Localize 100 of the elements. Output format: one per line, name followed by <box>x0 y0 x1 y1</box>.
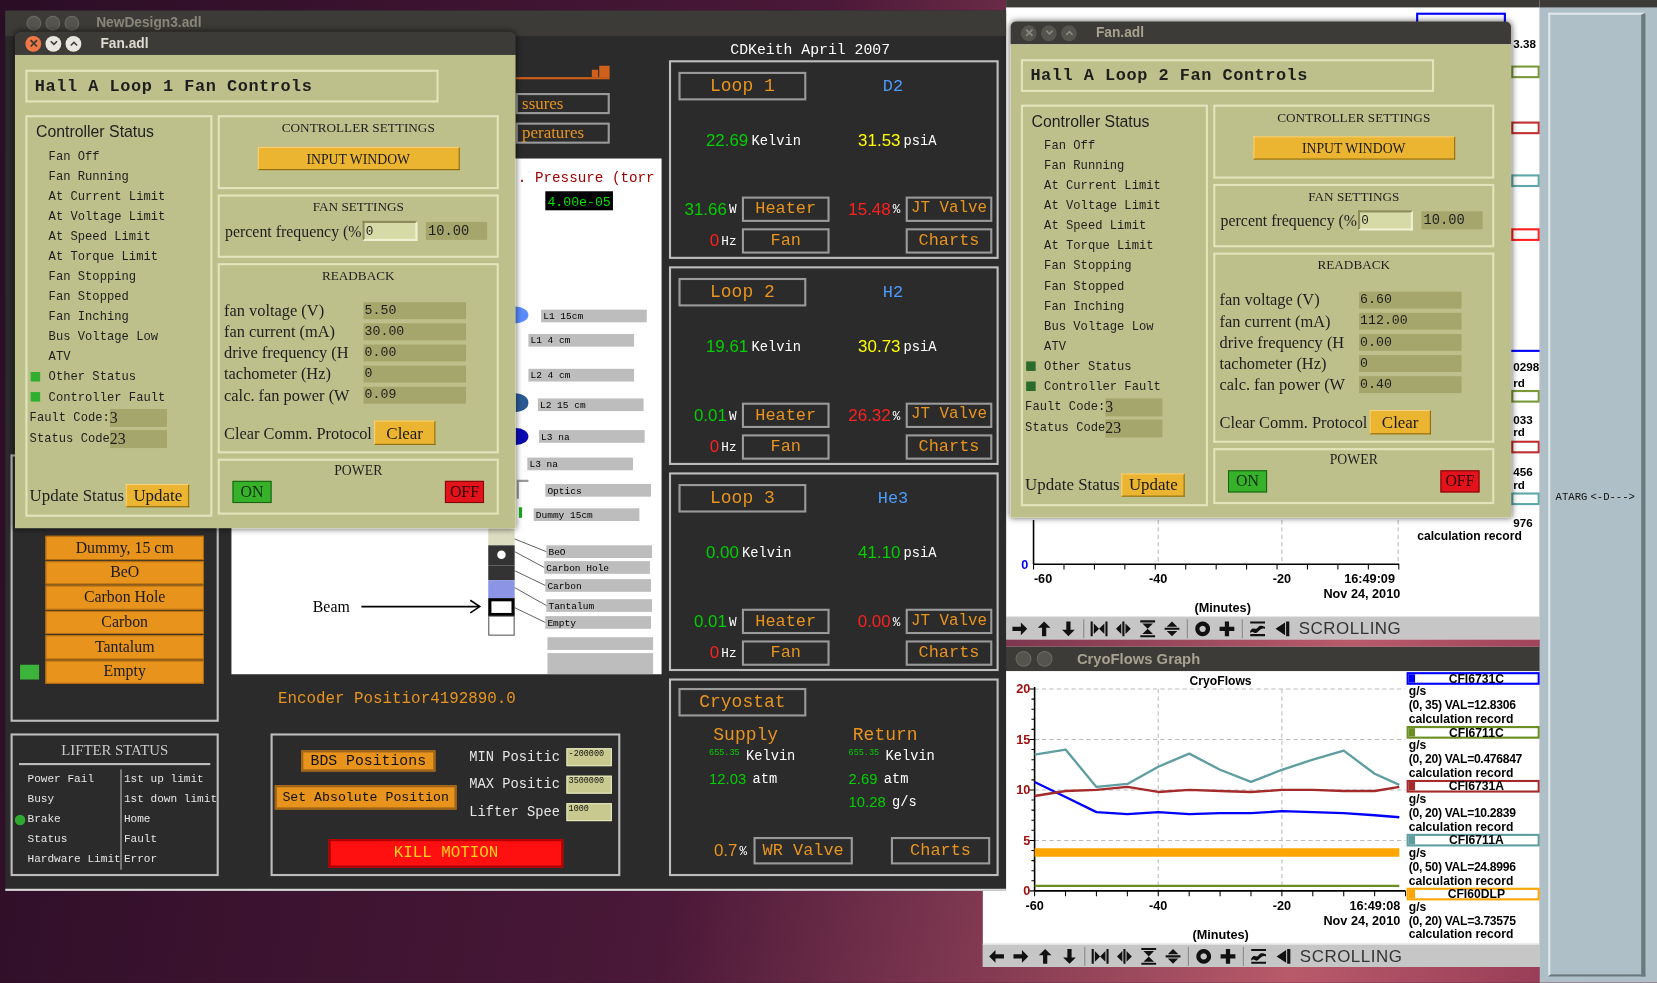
axis-label: -40 <box>1149 898 1168 913</box>
status-label: Fan Running <box>1044 157 1125 175</box>
on-button[interactable]: ON <box>232 480 272 504</box>
target-button[interactable]: BeO <box>45 560 204 585</box>
target-label: Optics <box>545 484 651 497</box>
target-button[interactable]: Carbon <box>45 610 204 635</box>
frequency-value: 0 <box>709 643 720 663</box>
wave-icon[interactable] <box>1248 618 1268 638</box>
valve-button[interactable]: JT Valve <box>905 196 993 222</box>
power-value: 0.01 <box>693 405 727 425</box>
unit-label: % <box>892 409 901 425</box>
axis-label: 0 <box>1023 884 1031 899</box>
status-label: Fan Running <box>48 167 129 185</box>
loop-button[interactable]: Loop 1 <box>678 71 807 101</box>
status-label: Fan Stopping <box>48 268 137 286</box>
encoder-value: 4192890.0 <box>430 690 516 710</box>
target-button[interactable]: Tantalum <box>45 635 204 659</box>
minimize-button[interactable] <box>45 35 62 52</box>
target-label: Carbon <box>545 579 651 592</box>
close-button[interactable] <box>26 15 42 31</box>
ring-icon[interactable] <box>1194 946 1214 966</box>
plus-icon[interactable] <box>1218 946 1238 966</box>
clear-button[interactable]: Clear <box>374 420 436 445</box>
pressure-label: . Pressure (torr <box>517 169 655 186</box>
valve-value: 0.00 <box>857 611 891 631</box>
heater-button[interactable]: Heater <box>741 608 830 635</box>
clear-button[interactable]: Clear <box>1369 410 1431 435</box>
timestamp: 16:49:08 <box>1349 898 1401 913</box>
update-button[interactable]: Update <box>126 484 190 508</box>
legend-name: CFI6731A <box>1447 781 1506 792</box>
power-value: 31.66 <box>684 199 727 219</box>
off-button[interactable]: OFF <box>1440 470 1480 493</box>
target-button[interactable]: Empty <box>45 659 204 684</box>
bds-button[interactable]: Set Absolute Position <box>274 785 457 810</box>
unit-label: Kelvin <box>751 133 801 151</box>
on-button[interactable]: ON <box>1228 470 1268 493</box>
target-button[interactable]: Dummy, 15 cm <box>45 535 204 560</box>
timestamp: Nov 24, 2010 <box>1323 913 1401 928</box>
update-button[interactable]: Update <box>1121 473 1185 497</box>
legend-text: calculation record <box>1407 873 1515 888</box>
pressure-value: 41.10 <box>858 543 901 563</box>
target-label: Empty <box>545 616 651 629</box>
fan-button[interactable]: Fan <box>741 640 830 666</box>
plus-icon[interactable] <box>1217 618 1237 638</box>
legend-text: calculation record <box>1407 766 1515 780</box>
axis-label: -60 <box>1025 898 1044 913</box>
value-field: 5.50 <box>363 302 467 320</box>
target-button[interactable]: Carbon Hole <box>45 585 204 610</box>
expand-horizontal-icon[interactable] <box>1114 946 1134 966</box>
fan-button[interactable]: Fan <box>741 434 830 460</box>
heater-button[interactable]: Heater <box>741 402 830 428</box>
section-title: Controller Status <box>35 121 155 143</box>
value-field[interactable]: 1000 <box>566 803 612 822</box>
compress-horizontal-icon[interactable] <box>1089 618 1109 638</box>
axis-label: 5 <box>1023 833 1031 848</box>
valve-button[interactable]: JT Valve <box>905 402 993 428</box>
legend-text: g/s <box>1407 846 1428 861</box>
value-field[interactable]: 3500000 <box>566 775 612 794</box>
close-button[interactable] <box>1020 24 1037 41</box>
wave-icon[interactable] <box>1249 946 1269 966</box>
status-label: Fan Stopped <box>1044 277 1125 295</box>
status-label: Bus Voltage Low <box>48 328 158 346</box>
status-label: Fan Inching <box>1044 297 1125 315</box>
value-field: 3 <box>109 408 167 427</box>
ring-icon[interactable] <box>1193 618 1213 638</box>
status-label: At Voltage Limit <box>48 208 166 225</box>
fan-button[interactable]: Fan <box>741 228 830 254</box>
maximize-button[interactable] <box>65 35 82 52</box>
temperature-value: 19.61 <box>705 337 749 357</box>
unit-label: Kelvin <box>751 339 801 357</box>
charts-button[interactable]: Charts <box>905 228 993 254</box>
compress-horizontal-icon[interactable] <box>1090 946 1110 966</box>
section-title: FAN SETTINGS <box>312 198 404 217</box>
cryostat-button[interactable]: Cryostat <box>678 688 807 717</box>
input-field[interactable]: 0 <box>362 220 418 241</box>
off-button[interactable]: OFF <box>444 480 484 504</box>
value-field[interactable]: -200000 <box>566 748 612 767</box>
expand-vertical-icon[interactable] <box>1163 946 1183 966</box>
loop-button[interactable]: Loop 3 <box>678 484 807 513</box>
field-label: Status Code <box>1025 420 1106 437</box>
input-field[interactable]: 0 <box>1358 210 1414 231</box>
close-button[interactable] <box>25 35 42 52</box>
legend-text: calculation record <box>1407 820 1515 834</box>
charts-button[interactable]: Charts <box>905 640 993 666</box>
charts-button[interactable]: Charts <box>890 837 991 865</box>
bds-button[interactable]: BDS Positions <box>301 750 436 772</box>
expand-horizontal-icon[interactable] <box>1113 618 1133 638</box>
loop-button[interactable]: Loop 2 <box>678 277 807 307</box>
input-window-button[interactable]: INPUT WINDOW <box>1252 136 1455 160</box>
charts-button[interactable]: Charts <box>905 434 993 460</box>
heater-button[interactable]: Heater <box>741 196 830 222</box>
input-window-button[interactable]: INPUT WINDOW <box>257 146 460 171</box>
valve-button[interactable]: WR Valve <box>753 837 853 865</box>
field-label: drive frequency (H <box>1219 332 1346 352</box>
unit-label: % <box>892 202 901 219</box>
compress-vertical-icon[interactable] <box>1138 618 1158 638</box>
panel-title: LIFTER STATUS <box>61 741 169 759</box>
compress-vertical-icon[interactable] <box>1139 946 1159 966</box>
valve-button[interactable]: JT Valve <box>905 608 993 635</box>
target-label: Carbon Hole <box>544 561 650 574</box>
